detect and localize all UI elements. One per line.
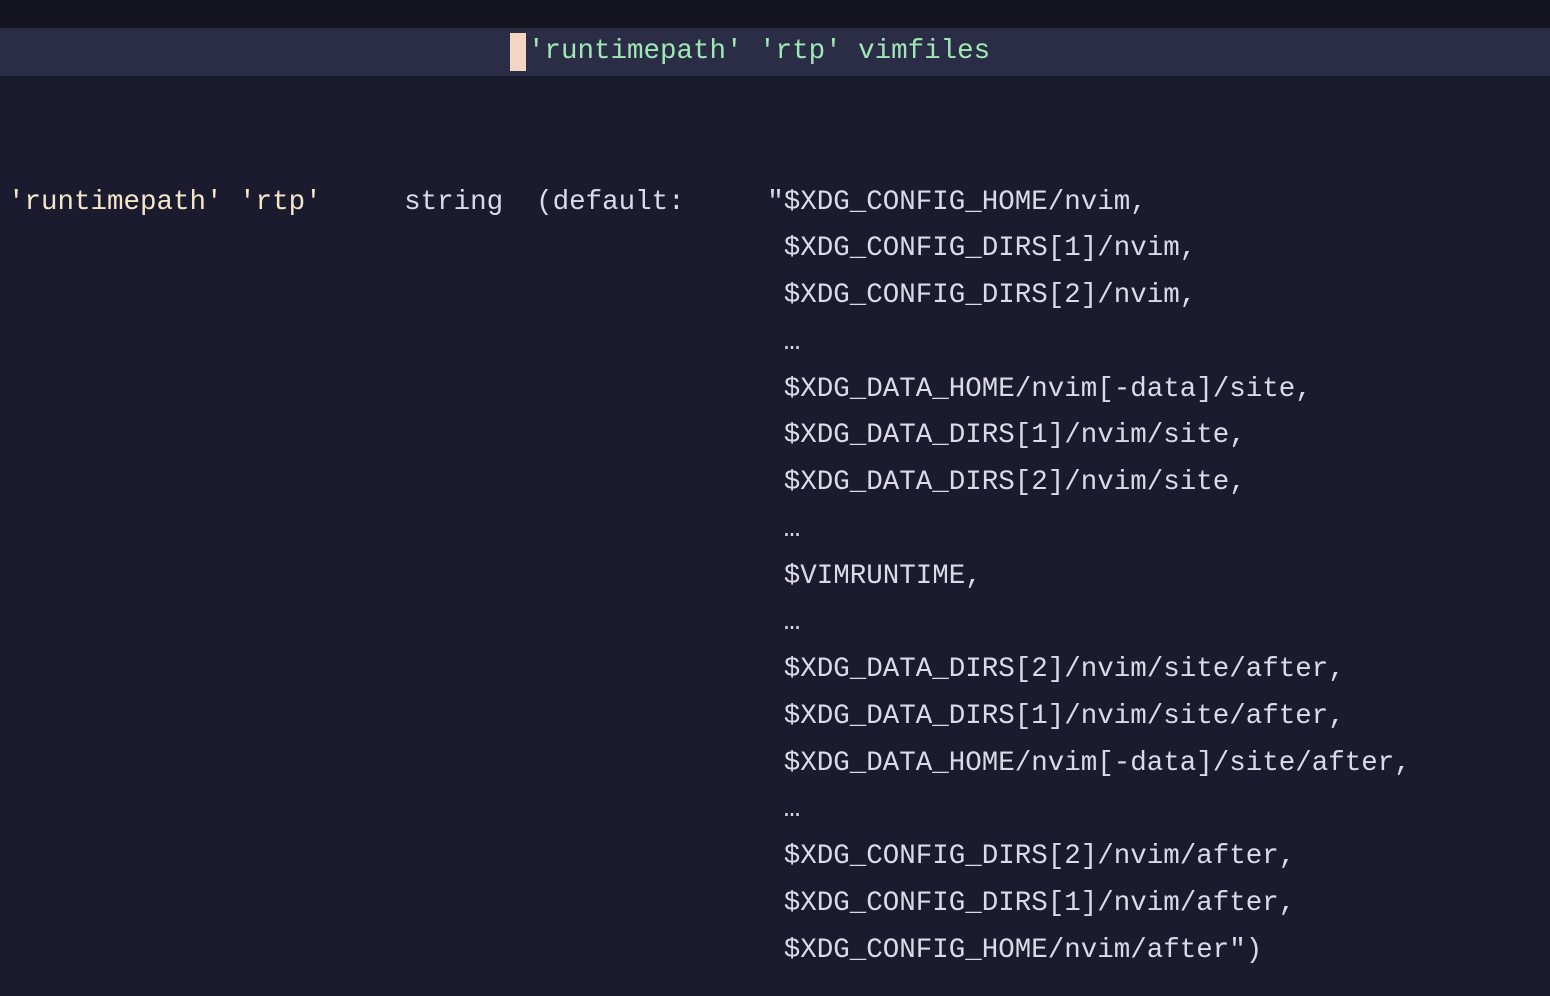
value-line: $XDG_DATA_DIRS[2]/nvim/site,	[767, 460, 1542, 507]
tag-runtimepath: 'runtimepath'	[528, 29, 743, 76]
default-open-quote: "	[767, 187, 784, 218]
option-default-label: (default:	[536, 187, 685, 218]
value-line: $XDG_CONFIG_HOME/nvim/after")	[767, 928, 1542, 975]
value-line: $XDG_DATA_HOME/nvim[-data]/site,	[767, 367, 1542, 414]
value-line: $XDG_CONFIG_DIRS[2]/nvim,	[767, 273, 1542, 320]
value-line: $VIMRUNTIME,	[767, 554, 1542, 601]
value-line: $XDG_DATA_DIRS[1]/nvim/site,	[767, 413, 1542, 460]
help-body[interactable]: 'runtimepath' 'rtp' string (default: "$X…	[0, 76, 1550, 996]
option-left-column: 'runtimepath' 'rtp' string (default:	[8, 180, 767, 227]
tag-rtp: 'rtp'	[743, 29, 842, 76]
option-alias: 'rtp'	[239, 187, 322, 218]
option-row: 'runtimepath' 'rtp' string (default: "$X…	[8, 180, 1542, 975]
value-line: $XDG_CONFIG_HOME/nvim,	[784, 187, 1147, 218]
option-type: string	[404, 187, 503, 218]
value-line: $XDG_CONFIG_DIRS[1]/nvim,	[767, 226, 1542, 273]
value-line: $XDG_DATA_HOME/nvim[-data]/site/after,	[767, 741, 1542, 788]
value-line: $XDG_CONFIG_DIRS[2]/nvim/after,	[767, 834, 1542, 881]
window-top-strip	[0, 0, 1550, 28]
value-line: $XDG_DATA_DIRS[2]/nvim/site/after,	[767, 647, 1542, 694]
value-line: $XDG_DATA_DIRS[1]/nvim/site/after,	[767, 694, 1542, 741]
help-tag-line: 'runtimepath' 'rtp' vimfiles	[0, 28, 1550, 76]
value-line: …	[767, 600, 1542, 647]
cursor-block	[510, 33, 526, 71]
value-line: …	[767, 320, 1542, 367]
value-line: …	[767, 787, 1542, 834]
tag-vimfiles: vimfiles	[842, 29, 991, 76]
value-line: $XDG_CONFIG_DIRS[1]/nvim/after,	[767, 881, 1542, 928]
option-values-column: "$XDG_CONFIG_HOME/nvim, $XDG_CONFIG_DIRS…	[767, 180, 1542, 975]
option-name: 'runtimepath'	[8, 187, 223, 218]
value-line: …	[767, 507, 1542, 554]
